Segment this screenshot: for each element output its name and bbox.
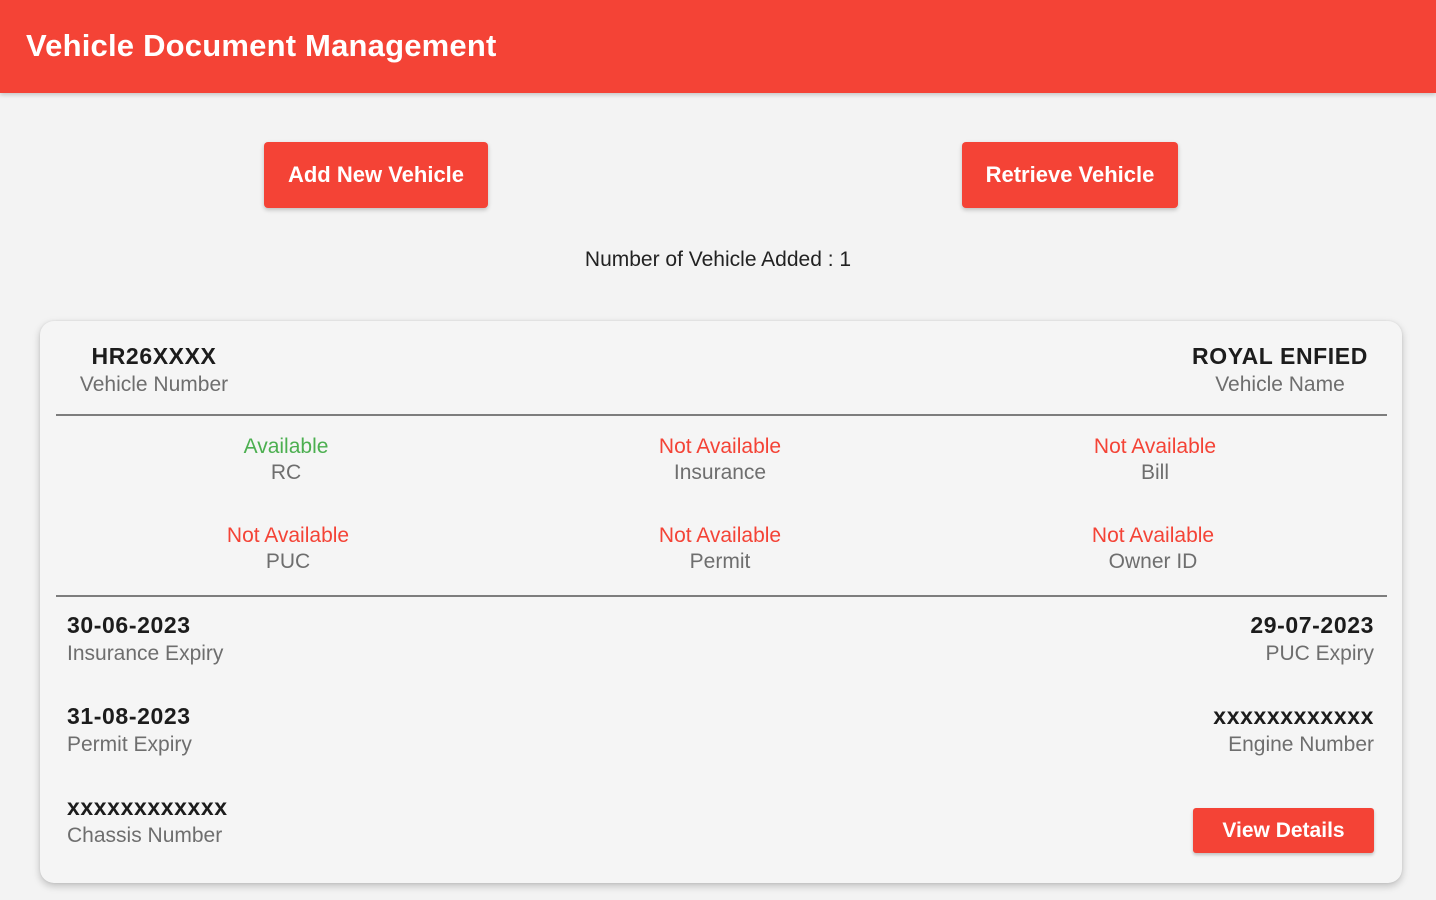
vehicle-count-text: Number of Vehicle Added : 1	[584, 248, 852, 271]
doc-name-permit: Permit	[689, 550, 751, 573]
doc-name-puc: PUC	[265, 550, 311, 573]
app-bar: Vehicle Document Management	[0, 0, 1436, 93]
retrieve-vehicle-button[interactable]: Retrieve Vehicle	[962, 142, 1178, 208]
vehicle-name-label: Vehicle Name	[1215, 373, 1345, 396]
puc-expiry-label: PUC Expiry	[1265, 642, 1374, 665]
vehicle-card: HR26XXXX Vehicle Number ROYAL ENFIED Veh…	[40, 321, 1402, 883]
engine-number-value: xxxxxxxxxxxx	[1213, 703, 1374, 729]
doc-status-puc: Not Available	[226, 524, 350, 547]
card-divider-top	[56, 414, 1387, 416]
vehicle-name-value: ROYAL ENFIED	[1192, 343, 1368, 369]
doc-name-owner-id: Owner ID	[1108, 550, 1198, 573]
chassis-number-label: Chassis Number	[67, 824, 223, 847]
insurance-expiry-value: 30-06-2023	[67, 612, 191, 638]
puc-expiry-value: 29-07-2023	[1250, 612, 1374, 638]
doc-status-owner-id: Not Available	[1091, 524, 1215, 547]
engine-number-label: Engine Number	[1228, 733, 1374, 756]
doc-name-insurance: Insurance	[673, 461, 767, 484]
doc-status-permit: Not Available	[658, 524, 782, 547]
doc-name-rc: RC	[270, 461, 302, 484]
doc-status-bill: Not Available	[1093, 435, 1217, 458]
vehicle-number-label: Vehicle Number	[79, 373, 229, 396]
app-title: Vehicle Document Management	[26, 28, 497, 63]
doc-status-insurance: Not Available	[658, 435, 782, 458]
view-details-button[interactable]: View Details	[1193, 808, 1374, 853]
card-divider-bottom	[56, 595, 1387, 597]
permit-expiry-label: Permit Expiry	[67, 733, 192, 756]
permit-expiry-value: 31-08-2023	[67, 703, 191, 729]
add-new-vehicle-button[interactable]: Add New Vehicle	[264, 142, 488, 208]
vehicle-number-value: HR26XXXX	[91, 343, 217, 369]
doc-status-rc: Available	[243, 435, 329, 458]
chassis-number-value: xxxxxxxxxxxx	[67, 794, 228, 820]
doc-name-bill: Bill	[1140, 461, 1170, 484]
insurance-expiry-label: Insurance Expiry	[67, 642, 224, 665]
